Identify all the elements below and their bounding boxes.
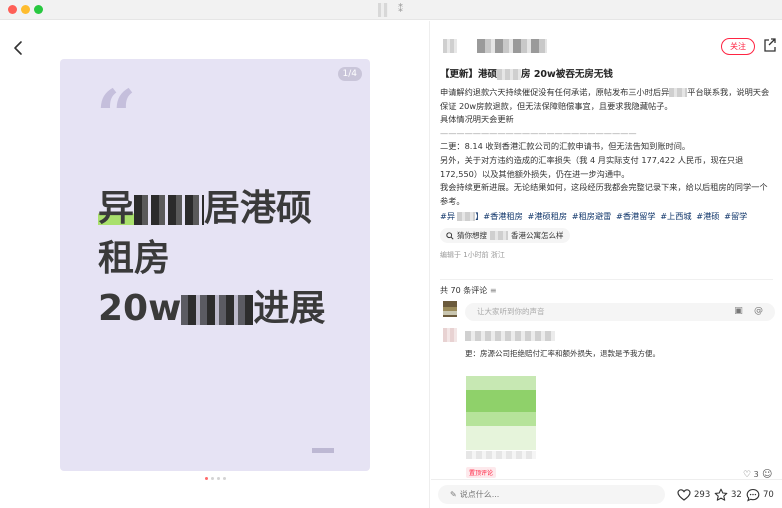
comment-text: 更：房源公司拒绝赔付汇率和额外损失，退款是予我方便。 [465,349,660,358]
tag-link[interactable]: 】#香港租房 [475,211,523,221]
tag-link[interactable]: #上西城 [660,211,691,221]
pinned-badge: 置顶评论 [466,467,497,478]
tag-link[interactable]: #留学 [724,211,747,221]
search-icon [446,232,454,240]
heart-icon [677,489,691,501]
carousel-dot[interactable] [211,477,214,480]
post-text: 申请解约退款六天持续催促没有任何承诺，原帖发布三小时后异 [440,87,670,97]
collect-count: 32 [731,490,742,500]
chat-bubble-icon [746,488,760,502]
post-paragraph: 我会持续更新进展。无论结果如何，这段经历我都会完整记录下来，给以后租房的同学一个… [440,182,768,206]
collect-button[interactable]: 32 [714,488,742,502]
tag-link[interactable]: #香港留学 [616,211,656,221]
carousel-dot[interactable] [205,477,208,480]
comment-image[interactable] [466,368,536,450]
redacted-text [497,69,522,80]
cover-line-1: 异 居港硕 [98,184,358,234]
redacted-text [669,88,688,97]
post-paragraph: 另外，关于对方违约造成的汇率损失（我 4 月实际支付 177,422 人民币，现… [440,154,746,179]
maximize-window-button[interactable] [34,5,43,14]
sort-icon: ≡ [489,286,497,295]
post-separator: ———————————————————————— [440,127,637,138]
my-avatar [443,301,457,317]
titlebar: ⁑ [0,0,782,20]
resize-grip-icon[interactable]: ⁑ [398,4,403,15]
tag-link[interactable]: #异 [440,211,455,221]
redacted-cover-text [134,195,205,225]
tag-link[interactable]: #港硕 [696,211,719,221]
author-row: 关注 [443,37,776,57]
search-suggestion-prefix: 猜你想搜 [457,231,487,241]
back-button[interactable] [10,39,28,57]
say-placeholder: 说点什么... [459,490,500,499]
post-paragraph: 二更：8.14 收到香港汇款公司的汇款申请书，但无法告知到账时间。 [440,141,691,152]
cover-line-2: 租房 [98,238,171,279]
pencil-icon: ✎ [450,490,457,499]
comment-input[interactable]: 让大家听到你的声音 ▣ @ [465,303,775,321]
redacted-cover-text [181,295,254,325]
cover-word: 异 [98,188,135,229]
post-content: 【更新】港硕 房 20w被吞无房无钱 申请解约退款六天持续催促没有任何承诺，原帖发… [440,68,774,260]
commenter-name[interactable] [465,331,555,341]
redacted-text [490,231,508,241]
chevron-left-icon [14,41,22,55]
share-icon [764,38,776,52]
follow-button[interactable]: 关注 [721,38,755,55]
carousel-dot[interactable] [223,477,226,480]
post-meta: 编辑于 1小时前 浙江 [440,250,505,259]
comment-count-number: 70 [763,490,774,500]
post-paragraph: 申请解约退款六天持续催促没有任何承诺，原帖发布三小时后异 平台联系我，说明天会保证… [440,86,774,113]
post-paragraph: 具体情况明天会更新 [440,114,514,125]
cover-word: 进展 [253,288,326,329]
bottom-action-bar: ✎ 说点什么... 293 32 70 [431,479,782,508]
post-body: 申请解约退款六天持续催促没有任何承诺，原帖发布三小时后异 平台联系我，说明天会保证… [440,86,774,208]
redacted-text [457,212,476,222]
comment-count-label: 共 70 条评论 [440,286,488,295]
image-icon[interactable]: ▣ [733,306,744,317]
comment-placeholder: 让大家听到你的声音 [477,307,545,316]
author-name[interactable] [477,39,547,53]
comment-input-row: 让大家听到你的声音 ▣ @ [443,301,775,323]
share-button[interactable] [763,37,777,53]
section-divider [440,279,773,280]
comment-like-count: 3 [753,470,759,479]
comment-count[interactable]: 共 70 条评论 ≡ [440,285,497,296]
cover-footer-mark [312,448,334,453]
post-cover-image[interactable]: 1/4 “ 异 居港硕 租房 20w 进展 [60,59,370,471]
carousel-dots [205,477,226,480]
cover-word: 居港硕 [204,188,313,229]
like-button[interactable]: 293 [677,488,710,502]
author-avatar[interactable] [443,39,457,53]
comment-button[interactable]: 70 [746,488,774,502]
post-detail-pane: 关注 【更新】港硕 房 20w被吞无房无钱 申请解约退款六天持续催促没有任何承诺，… [431,21,782,508]
cover-word: 20w [98,288,182,329]
mention-icon[interactable]: @ [753,306,764,317]
comment-image-caption [466,451,536,459]
redacted-title [378,3,388,17]
star-icon [714,488,728,501]
post-title: 【更新】港硕 房 20w被吞无房无钱 [440,68,774,82]
commenter-avatar[interactable] [443,328,457,342]
like-count: 293 [694,490,711,500]
search-suggestion-chip[interactable]: 猜你想搜 香港公寓怎么样 [440,228,570,244]
post-title-prefix: 【更新】港硕 [440,69,498,80]
post-title-suffix: 房 20w被吞无房无钱 [521,69,613,80]
cover-line-3: 20w 进展 [98,284,358,334]
carousel-dot[interactable] [217,477,220,480]
page-indicator: 1/4 [337,67,362,81]
minimize-window-button[interactable] [21,5,30,14]
tag-link[interactable]: #港硕租房 [527,211,567,221]
app-window: ⁑ 1/4 “ 异 居港硕 租房 20w 进展 关注 【更新】港硕 房 20w被吞… [0,0,782,508]
quote-mark-icon: “ [96,74,137,157]
say-something-input[interactable]: ✎ 说点什么... [438,485,665,504]
post-tags: #异 】#香港租房 #港硕租房 #租房避雷 #香港留学 #上西城 #港硕 #留学 [440,209,774,223]
image-pane: 1/4 “ 异 居港硕 租房 20w 进展 [0,21,430,508]
search-suggestion-text: 香港公寓怎么样 [511,231,564,241]
close-window-button[interactable] [8,5,17,14]
tag-link[interactable]: #租房避雷 [572,211,612,221]
comment-item: 更：房源公司拒绝赔付汇率和额外损失，退款是予我方便。 置顶评论 ♡ 3 ☺ [443,328,773,480]
cover-title: 异 居港硕 租房 20w 进展 [98,184,358,334]
